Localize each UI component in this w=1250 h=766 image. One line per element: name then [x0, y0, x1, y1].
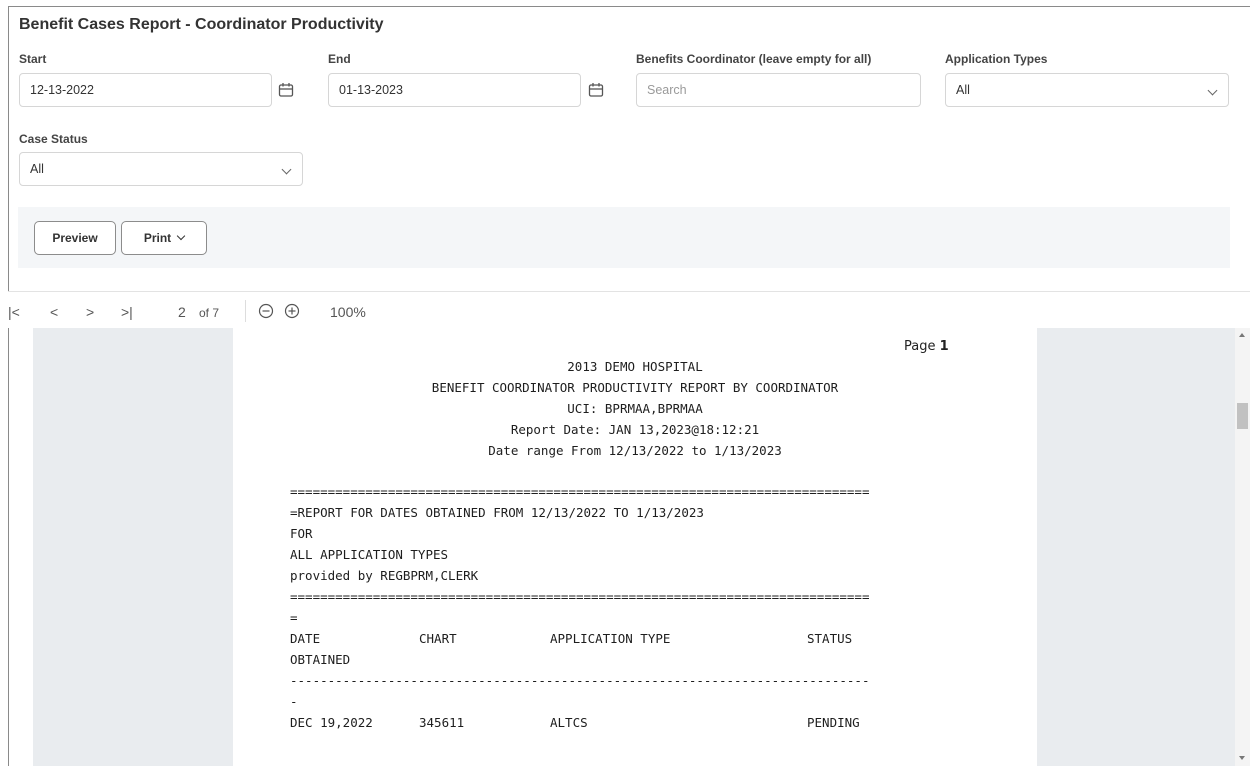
first-page-button[interactable]: |<	[8, 304, 20, 320]
page-count: of 7	[199, 306, 220, 320]
zoom-in-icon[interactable]	[284, 303, 300, 319]
page-title: Benefit Cases Report - Coordinator Produ…	[19, 16, 384, 33]
start-date-input[interactable]: 12-13-2022	[19, 73, 272, 107]
application-types-value: All	[956, 83, 970, 97]
end-label: End	[328, 52, 351, 66]
toolbar-divider	[245, 300, 246, 322]
separator-line: ========================================…	[290, 589, 870, 604]
page-label-text: Page	[904, 339, 936, 354]
report-title: BENEFIT COORDINATOR PRODUCTIVITY REPORT …	[431, 380, 839, 395]
report-date: Report Date: JAN 13,2023@18:12:21	[510, 422, 760, 437]
scrollbar-thumb[interactable]	[1237, 403, 1248, 429]
zoom-level[interactable]: 100%	[330, 304, 366, 320]
row-chart: 345611	[419, 715, 465, 730]
end-calendar-icon[interactable]	[588, 82, 604, 98]
print-button-label: Print	[143, 231, 172, 245]
row-status: PENDING	[807, 715, 860, 730]
separator-line: ========================================…	[290, 484, 870, 499]
chevron-down-icon	[281, 164, 292, 175]
separator-continuation: -	[290, 694, 298, 709]
column-header-obtained: OBTAINED	[290, 652, 351, 667]
report-hospital: 2013 DEMO HOSPITAL	[567, 359, 703, 374]
end-date-input[interactable]: 01-13-2023	[328, 73, 581, 107]
scroll-up-icon[interactable]	[1239, 333, 1245, 337]
coordinator-search-input[interactable]: Search	[636, 73, 921, 107]
viewer-toolbar: |< < > >| 2 of 7 100%	[8, 291, 1250, 328]
case-status-label: Case Status	[19, 132, 88, 146]
report-line: provided by REGBPRM,CLERK	[290, 568, 479, 583]
scroll-down-icon[interactable]	[1239, 756, 1245, 760]
row-application-type: ALTCS	[550, 715, 588, 730]
report-line: ALL APPLICATION TYPES	[290, 547, 449, 562]
application-types-label: Application Types	[945, 52, 1048, 66]
report-page: Page 1 2013 DEMO HOSPITAL BENEFIT COORDI…	[233, 328, 1037, 766]
report-uci: UCI: BPRMAA,BPRMAA	[567, 401, 703, 416]
coordinator-label: Benefits Coordinator (leave empty for al…	[636, 52, 872, 66]
zoom-out-icon[interactable]	[258, 303, 274, 319]
report-date-range: Date range From 12/13/2022 to 1/13/2023	[488, 443, 782, 458]
column-header-status: STATUS	[807, 631, 853, 646]
column-header-application-type: APPLICATION TYPE	[550, 631, 671, 646]
separator-continuation: =	[290, 610, 298, 625]
case-status-value: All	[30, 162, 44, 176]
preview-button-label: Preview	[52, 231, 98, 245]
application-types-select[interactable]: All	[945, 73, 1229, 107]
row-date: DEC 19,2022	[290, 715, 373, 730]
start-calendar-icon[interactable]	[278, 82, 294, 98]
page-label-number: 1	[939, 339, 949, 354]
report-line: FOR	[290, 526, 313, 541]
preview-button[interactable]: Preview	[34, 221, 116, 255]
report-line: =REPORT FOR DATES OBTAINED FROM 12/13/20…	[290, 505, 704, 520]
page-label: Page 1	[904, 339, 949, 354]
vertical-scrollbar[interactable]	[1235, 328, 1250, 766]
column-header-date: DATE	[290, 631, 321, 646]
page-number-input[interactable]: 2	[178, 304, 186, 320]
chevron-down-icon	[176, 231, 186, 241]
chevron-down-icon	[1207, 85, 1218, 96]
last-page-button[interactable]: >|	[121, 304, 133, 320]
separator-line: ----------------------------------------…	[290, 673, 870, 688]
document-viewer: Page 1 2013 DEMO HOSPITAL BENEFIT COORDI…	[33, 328, 1235, 766]
start-label: Start	[19, 52, 47, 66]
print-button[interactable]: Print	[121, 221, 207, 255]
case-status-select[interactable]: All	[19, 152, 303, 186]
column-header-chart: CHART	[419, 631, 457, 646]
previous-page-button[interactable]: <	[50, 304, 58, 320]
next-page-button[interactable]: >	[86, 304, 94, 320]
